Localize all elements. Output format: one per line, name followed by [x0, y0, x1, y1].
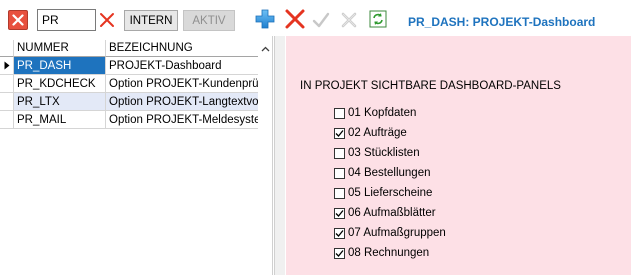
row-indicator [0, 75, 14, 93]
checkbox-label: 04 Bestellungen [348, 167, 431, 179]
intern-button[interactable]: INTERN [124, 10, 178, 31]
confirm-button[interactable] [310, 9, 332, 31]
clear-filter-button[interactable] [97, 10, 117, 30]
row-indicator [0, 111, 14, 129]
grid-header: NUMMER BEZEICHNUNG [0, 40, 258, 57]
delete-button[interactable] [283, 7, 307, 31]
refresh-button[interactable] [368, 9, 388, 29]
record-title: PR_DASH: PROJEKT-Dashboard [408, 15, 596, 29]
cancel-button[interactable] [338, 9, 360, 31]
refresh-icon [369, 10, 387, 28]
checkbox-unchecked-icon[interactable] [334, 107, 345, 119]
add-button[interactable] [253, 7, 277, 31]
cell-nummer[interactable]: PR_KDCHECK [14, 75, 106, 93]
table-row[interactable]: PR_DASH PROJEKT-Dashboard [0, 57, 258, 75]
red-x-icon [100, 13, 114, 27]
scroll-up-button[interactable] [258, 40, 273, 57]
panel-checkbox-list: 01 Kopfdaten 02 Aufträge 03 Stücklisten 04 … [334, 103, 446, 263]
dashboard-panel-settings: IN PROJEKT SICHTBARE DASHBOARD-PANELS 01… [286, 36, 631, 275]
checkbox-label: 01 Kopfdaten [348, 107, 417, 119]
table-row[interactable]: PR_LTX Option PROJEKT-Langtextvo [0, 93, 258, 111]
cell-bezeichnung[interactable]: PROJEKT-Dashboard [106, 57, 258, 75]
cell-nummer[interactable]: PR_LTX [14, 93, 106, 111]
red-x-icon [285, 9, 305, 29]
column-header-nummer[interactable]: NUMMER [14, 40, 106, 57]
panel-checkbox[interactable]: 06 Aufmaßblätter [334, 203, 446, 223]
current-row-arrow-icon [4, 61, 9, 70]
checkbox-unchecked-icon[interactable] [334, 187, 345, 199]
panel-checkbox[interactable]: 04 Bestellungen [334, 163, 446, 183]
panel-title: IN PROJEKT SICHTBARE DASHBOARD-PANELS [300, 80, 561, 92]
cell-bezeichnung[interactable]: Option PROJEKT-Meldesyste [106, 111, 258, 129]
grid-body: PR_DASH PROJEKT-Dashboard PR_KDCHECK Opt… [0, 57, 258, 129]
aktiv-button[interactable]: AKTIV [183, 10, 235, 31]
cell-bezeichnung[interactable]: Option PROJEKT-Langtextvo [106, 93, 258, 111]
panel-checkbox[interactable]: 01 Kopfdaten [334, 103, 446, 123]
checkbox-label: 07 Aufmaßgruppen [348, 227, 446, 239]
checkbox-label: 02 Aufträge [348, 127, 407, 139]
column-header-bezeichnung[interactable]: BEZEICHNUNG [106, 40, 258, 57]
checkbox-checked-icon[interactable] [334, 207, 345, 219]
check-icon [312, 12, 330, 28]
cell-nummer[interactable]: PR_MAIL [14, 111, 106, 129]
close-button[interactable] [8, 10, 28, 30]
checkbox-label: 03 Stücklisten [348, 147, 420, 159]
checkbox-unchecked-icon[interactable] [334, 167, 345, 179]
checkbox-checked-icon[interactable] [334, 227, 345, 239]
table-row[interactable]: PR_MAIL Option PROJEKT-Meldesyste [0, 111, 258, 129]
cell-nummer[interactable]: PR_DASH [14, 57, 106, 75]
blue-plus-icon [255, 9, 275, 29]
panel-checkbox[interactable]: 03 Stücklisten [334, 143, 446, 163]
table-row[interactable]: PR_KDCHECK Option PROJEKT-Kundenprü [0, 75, 258, 93]
cancel-x-icon [341, 12, 357, 28]
chevron-up-icon [261, 46, 270, 51]
checkbox-label: 05 Lieferscheine [348, 187, 433, 199]
panel-checkbox[interactable]: 08 Rechnungen [334, 243, 446, 263]
row-indicator [0, 57, 14, 75]
row-indicator [0, 93, 14, 111]
panel-checkbox[interactable]: 02 Aufträge [334, 123, 446, 143]
row-header-corner [0, 40, 14, 57]
panel-checkbox[interactable]: 05 Lieferscheine [334, 183, 446, 203]
checkbox-unchecked-icon[interactable] [334, 147, 345, 159]
checkbox-checked-icon[interactable] [334, 247, 345, 259]
checkbox-checked-icon[interactable] [334, 127, 345, 139]
toolbar: INTERN AKTIV [0, 0, 631, 36]
checkbox-label: 08 Rechnungen [348, 247, 430, 259]
panel-checkbox[interactable]: 07 Aufmaßgruppen [334, 223, 446, 243]
panel-splitter[interactable] [274, 36, 285, 275]
checkbox-label: 06 Aufmaßblätter [348, 207, 436, 219]
project-grid: NUMMER BEZEICHNUNG PR_DASH PROJEKT-Dashb… [0, 36, 273, 275]
close-x-icon [12, 14, 24, 26]
filter-input[interactable] [37, 9, 96, 31]
cell-bezeichnung[interactable]: Option PROJEKT-Kundenprü [106, 75, 258, 93]
